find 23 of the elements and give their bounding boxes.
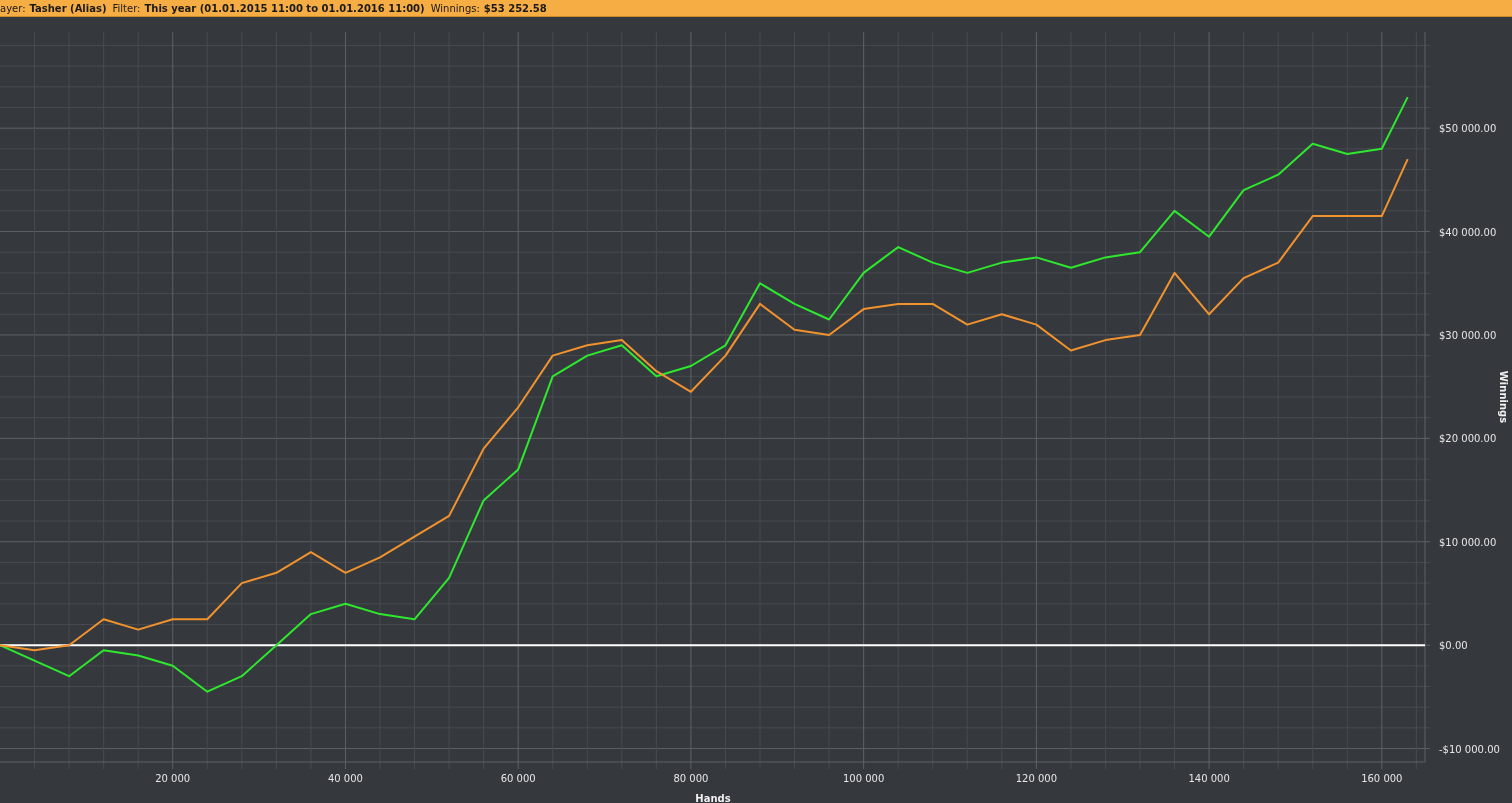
axis-tick-label: $30 000.00 [1439, 329, 1497, 341]
field-label: Winnings: [430, 2, 480, 14]
axis-title: Winnings [1498, 370, 1509, 424]
field-label: Filter: [112, 2, 141, 14]
axis-tick-label: $10 000.00 [1439, 536, 1497, 548]
axis-tick-label: 140 000 [1188, 773, 1230, 784]
axis-tick-label: -$10 000.00 [1439, 743, 1500, 755]
axis-tick-label: 20 000 [155, 773, 191, 784]
axis-title: Hands [695, 793, 731, 803]
axis-tick-label: 120 000 [1015, 773, 1058, 784]
field-value: $53 252.58 [483, 2, 547, 14]
axis-tick-label: $40 000.00 [1439, 226, 1497, 238]
field-value: Tasher (Alias) [29, 2, 107, 14]
axis-tick-label: 80 000 [673, 773, 709, 784]
axis-tick-label: 40 000 [327, 773, 363, 784]
axis-tick-label: 160 000 [1361, 773, 1403, 784]
axis-tick-label: $0.00 [1439, 640, 1468, 652]
axis-tick-label: 100 000 [842, 773, 885, 784]
axis-tick-label: $50 000.00 [1439, 123, 1497, 135]
axis-tick-label: 60 000 [500, 773, 536, 784]
field-label: ayer: [0, 2, 26, 14]
axis-tick-label: $20 000.00 [1439, 433, 1497, 445]
field-value: This year (01.01.2015 11:00 to 01.01.2016 11:00) [144, 2, 425, 14]
